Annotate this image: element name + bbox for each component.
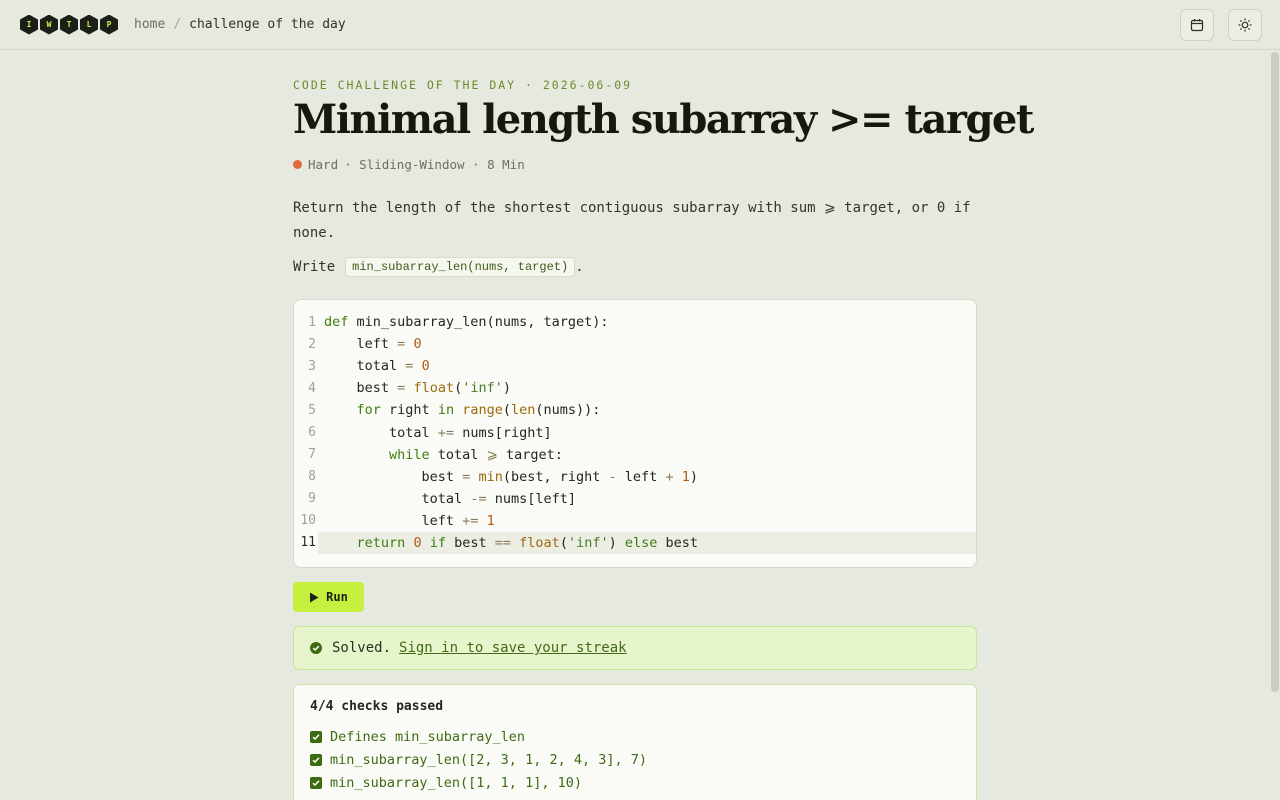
checkbox-checked-icon: [310, 730, 322, 743]
code-line[interactable]: 10 left += 1: [294, 510, 976, 532]
checkbox-checked-icon: [310, 753, 322, 766]
check-circle-icon: [310, 642, 322, 654]
code-line[interactable]: 2 left = 0: [294, 333, 976, 355]
logo-hex: T: [60, 14, 78, 35]
page-scrollbar[interactable]: [1271, 52, 1279, 692]
logo-hex: P: [100, 14, 118, 35]
checks-panel: 4/4 checks passed Defines min_subarray_l…: [293, 684, 977, 800]
code-text: left += 1: [324, 512, 495, 529]
code-line[interactable]: 3 total = 0: [294, 355, 976, 377]
check-label: min_subarray_len([2, 3, 1, 2, 4, 3], 7): [330, 751, 647, 768]
logo-hex: I: [20, 14, 38, 35]
function-signature: min_subarray_len(nums, target): [345, 257, 576, 277]
code-text: best = min(best, right - left + 1): [324, 468, 698, 485]
breadcrumb-current: challenge of the day: [189, 17, 346, 32]
logo-hex: W: [40, 14, 58, 35]
write-suffix: .: [575, 259, 584, 275]
code-line[interactable]: 7 while total ⩾ target:: [294, 444, 976, 466]
code-text: for right in range(len(nums)):: [356, 402, 601, 419]
challenge-meta: Hard · Sliding-Window · 8 Min: [293, 157, 525, 172]
line-number: 3: [308, 358, 316, 374]
line-number: 9: [308, 491, 316, 507]
write-instruction: Write min_subarray_len(nums, target) .: [293, 257, 584, 277]
run-button[interactable]: Run: [293, 582, 364, 612]
code-line[interactable]: 9 total -= nums[left]: [294, 488, 976, 510]
breadcrumb: home / challenge of the day: [134, 17, 346, 32]
line-number: 4: [308, 380, 316, 396]
page-title: Minimal length subarray >= target: [293, 96, 1034, 143]
line-number: 5: [308, 402, 316, 418]
line-number: 11: [300, 535, 316, 551]
code-line[interactable]: 4 best = float('inf'): [294, 377, 976, 399]
code-text: while total ⩾ target:: [389, 446, 563, 463]
line-number: 2: [308, 336, 316, 352]
theme-toggle-button[interactable]: [1228, 9, 1262, 41]
checkbox-checked-icon: [310, 776, 322, 789]
code-line[interactable]: 1 def min_subarray_len(nums, target):: [294, 311, 976, 333]
logo-hex: L: [80, 14, 98, 35]
line-number: 10: [300, 513, 316, 529]
run-button-label: Run: [326, 590, 348, 604]
check-label: min_subarray_len([1, 1, 1], 10): [330, 774, 582, 791]
check-label: Defines min_subarray_len: [330, 728, 526, 745]
calendar-icon: [1190, 19, 1204, 32]
code-text: total = 0: [324, 358, 430, 375]
checks-list: Defines min_subarray_len min_subarray_len…: [310, 725, 960, 800]
code-text: best = float('inf'): [324, 380, 512, 397]
code-editor[interactable]: 1 def min_subarray_len(nums, target): 2 le…: [293, 299, 977, 568]
code-line[interactable]: 6 total += nums[right]: [294, 421, 976, 443]
code-line[interactable]: 11 return 0 if best == float('inf') else…: [300, 531, 976, 555]
code-line[interactable]: 8 best = min(best, right - left + 1): [294, 466, 976, 488]
code-text: def min_subarray_len(nums, target):: [324, 314, 609, 331]
check-item: min_subarray_len([1, 1, 1], 10): [310, 771, 960, 794]
breadcrumb-separator: /: [173, 17, 182, 32]
breadcrumb-home-link[interactable]: home: [134, 17, 165, 32]
meta-details: · Sliding-Window · 8 Min: [344, 157, 525, 172]
check-item: min_subarray_len([5], 5): [310, 794, 960, 800]
sign-in-link[interactable]: Sign in to save your streak: [399, 640, 627, 656]
write-label: Write: [293, 259, 336, 275]
top-bar: I W T L P home / challenge of the day: [0, 0, 1280, 50]
line-number: 7: [308, 447, 316, 463]
difficulty-dot-icon: [293, 160, 302, 169]
check-item: Defines min_subarray_len: [310, 725, 960, 748]
line-number: 6: [308, 425, 316, 441]
code-text: return 0 if best == float('inf') else be…: [356, 534, 699, 551]
line-number: 1: [308, 314, 316, 330]
code-text: total += nums[right]: [324, 424, 552, 441]
sun-icon: [1238, 18, 1252, 32]
solved-banner: Solved. Sign in to save your streak: [293, 626, 977, 670]
calendar-button[interactable]: [1180, 9, 1214, 41]
line-number: 8: [308, 469, 316, 485]
logo[interactable]: I W T L P: [20, 14, 118, 35]
code-text: left = 0: [324, 336, 422, 353]
solved-status: Solved.: [332, 640, 392, 656]
challenge-description: Return the length of the shortest contig…: [293, 200, 971, 241]
code-text: total -= nums[left]: [324, 490, 576, 507]
eyebrow-label: CODE CHALLENGE OF THE DAY · 2026-06-09: [293, 78, 633, 92]
check-item: min_subarray_len([2, 3, 1, 2, 4, 3], 7): [310, 748, 960, 771]
checks-title: 4/4 checks passed: [310, 699, 444, 714]
difficulty-label: Hard: [308, 157, 339, 172]
code-line[interactable]: 5 for right in range(len(nums)):: [294, 399, 976, 421]
play-icon: [310, 592, 319, 602]
